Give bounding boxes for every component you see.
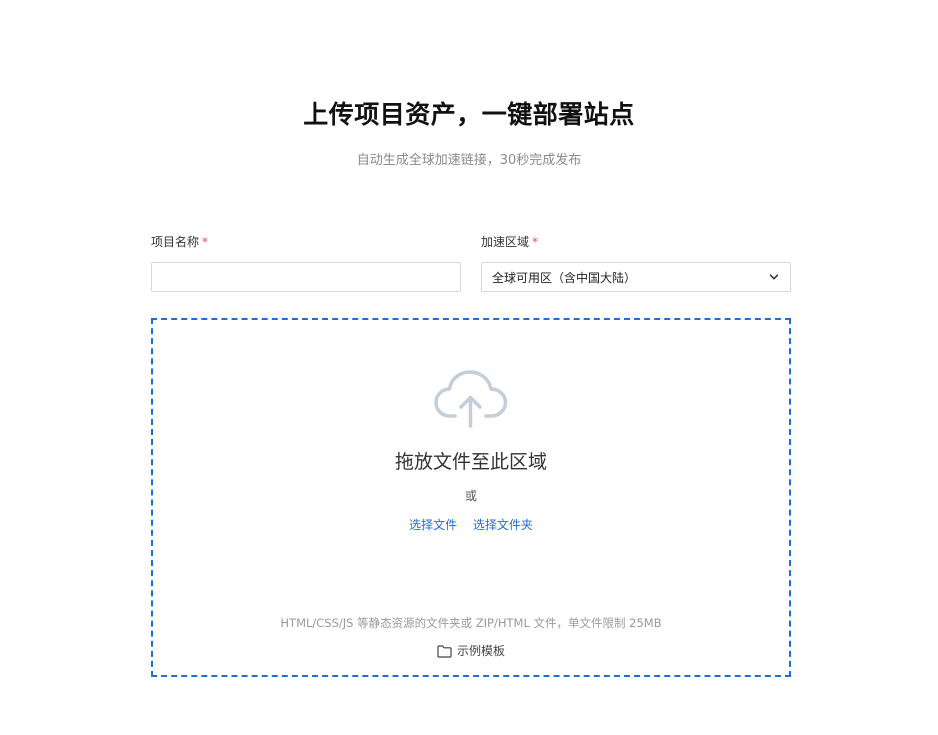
region-label: 加速区域 * bbox=[481, 233, 538, 251]
required-mark: * bbox=[532, 235, 539, 249]
sample-template-link[interactable]: 示例模板 bbox=[153, 642, 789, 660]
project-name-label-text: 项目名称 bbox=[151, 235, 200, 249]
page-subtitle: 自动生成全球加速链接，30秒完成发布 bbox=[356, 153, 582, 168]
chevron-down-icon bbox=[768, 271, 780, 283]
project-name-input[interactable] bbox=[151, 262, 461, 292]
upload-page: 上传项目资产，一键部署站点 自动生成全球加速链接，30秒完成发布 项目名称 * 加… bbox=[0, 0, 938, 735]
select-links: 选择文件 选择文件夹 bbox=[153, 516, 789, 534]
page-title: 上传项目资产，一键部署站点 bbox=[303, 100, 635, 129]
upload-hint: HTML/CSS/JS 等静态资源的文件夹或 ZIP/HTML 文件，单文件限制… bbox=[280, 616, 662, 630]
drop-instruction: 拖放文件至此区域 bbox=[394, 451, 547, 473]
file-dropzone[interactable]: 拖放文件至此区域 或 选择文件 选择文件夹 HTML/CSS/JS 等静态资源的… bbox=[151, 318, 791, 677]
sample-template-label: 示例模板 bbox=[456, 644, 505, 658]
project-name-label: 项目名称 * bbox=[151, 233, 208, 251]
folder-icon bbox=[437, 644, 452, 658]
required-mark: * bbox=[202, 235, 209, 249]
region-label-text: 加速区域 bbox=[481, 235, 530, 249]
cloud-upload-icon bbox=[433, 368, 509, 430]
or-separator: 或 bbox=[464, 489, 477, 503]
region-selected-value: 全球可用区（含中国大陆） bbox=[492, 270, 637, 285]
select-folder-link[interactable]: 选择文件夹 bbox=[473, 518, 533, 532]
select-file-link[interactable]: 选择文件 bbox=[409, 518, 457, 532]
region-select[interactable]: 全球可用区（含中国大陆） bbox=[481, 262, 791, 292]
